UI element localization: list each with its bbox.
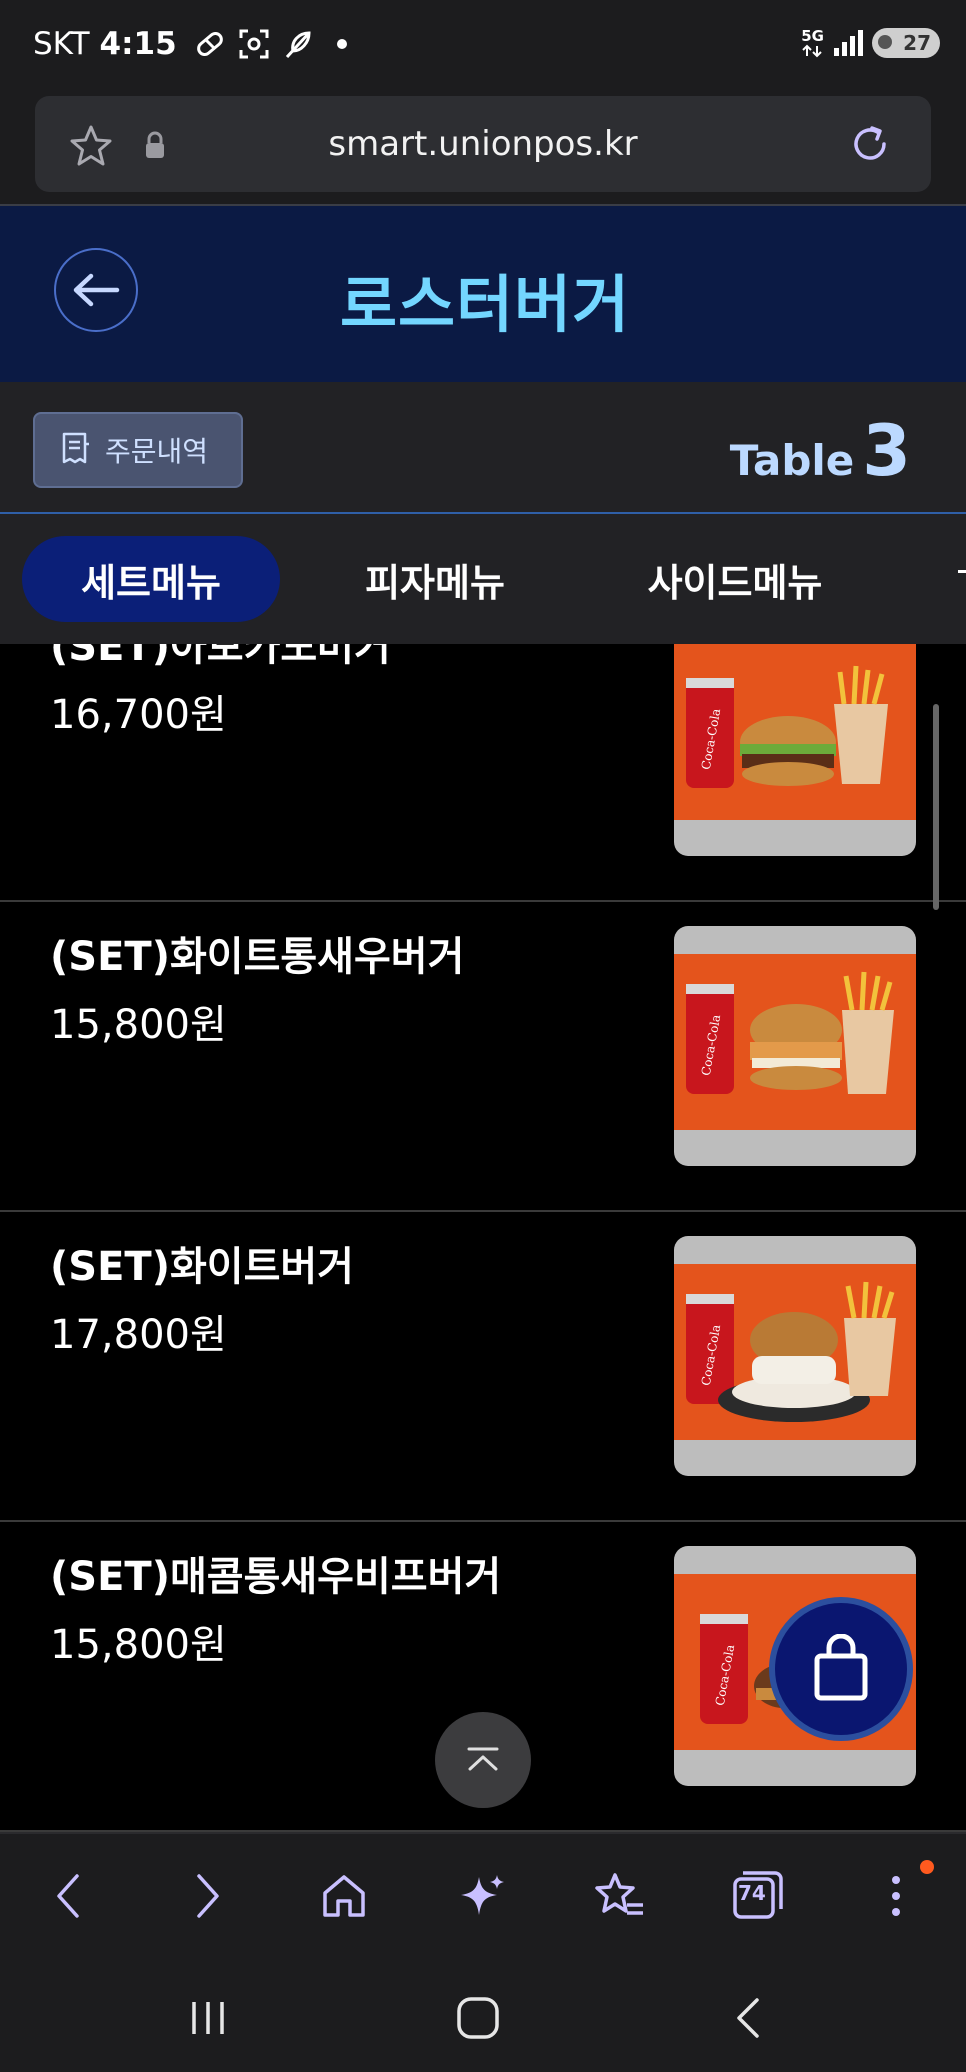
pill-icon	[193, 27, 227, 61]
menu-item-price: 16,700원	[50, 692, 227, 738]
table-number: 3	[862, 410, 911, 492]
system-nav-bar	[0, 1952, 966, 2072]
menu-item-price: 15,800원	[50, 1622, 227, 1668]
chevron-up-icon	[467, 1747, 499, 1771]
screenshot-icon	[237, 27, 271, 61]
back-button[interactable]	[54, 248, 138, 332]
menu-item-price: 15,800원	[50, 1002, 227, 1048]
menu-item-image[interactable]: Coca-Cola	[674, 644, 916, 856]
status-left: SKT 4:15	[33, 26, 347, 62]
table-indicator: Table 3	[730, 410, 911, 492]
cart-button[interactable]	[769, 1597, 913, 1741]
set-photo: Coca-Cola	[674, 644, 916, 820]
set-photo: Coca-Cola	[674, 1264, 916, 1440]
menu-item[interactable]: (SET)화이트통새우버거 15,800원 Coca-Cola	[0, 902, 966, 1212]
tab-overflow-indicator	[958, 570, 966, 573]
menu-item-price: 17,800원	[50, 1312, 227, 1358]
menu-item-name: (SET)아보카도버거	[50, 644, 391, 670]
clock: 4:15	[99, 26, 177, 62]
recent-apps-icon[interactable]	[178, 1988, 238, 2048]
scrollbar[interactable]	[933, 704, 939, 910]
network-label: 5G	[801, 26, 824, 45]
menu-item[interactable]: (SET)아보카도버거 16,700원 Coca-Cola	[0, 644, 966, 902]
order-info-bar: 주문내역 Table 3	[0, 382, 966, 514]
menu-item[interactable]: (SET)화이트버거 17,800원 Coca-Cola	[0, 1212, 966, 1522]
tab-side-menu[interactable]: 사이드메뉴	[610, 536, 860, 622]
table-label: Table	[729, 436, 855, 485]
store-header: 로스터버거	[0, 206, 966, 382]
reload-icon[interactable]	[845, 119, 895, 169]
tab-set-menu[interactable]: 세트메뉴	[22, 536, 280, 622]
sparkle-icon[interactable]	[450, 1864, 514, 1928]
battery-icon: 27	[872, 28, 940, 58]
battery-level: 27	[903, 31, 931, 55]
network-indicator: 5G	[801, 26, 824, 58]
battery-saver-icon	[878, 35, 892, 49]
category-tabs: 세트메뉴 피자메뉴 사이드메뉴	[0, 514, 966, 644]
store-title: 로스터버거	[340, 268, 631, 341]
tab-pizza-menu[interactable]: 피자메뉴	[320, 536, 550, 622]
home-nav-icon[interactable]	[448, 1988, 508, 2048]
status-right: 5G 27	[801, 28, 940, 58]
tabs-icon[interactable]: 74	[726, 1864, 790, 1928]
data-arrows-icon	[802, 44, 822, 57]
scroll-to-top-button[interactable]	[435, 1712, 531, 1808]
url-text[interactable]: smart.unionpos.kr	[35, 124, 931, 164]
menu-item-image[interactable]: Coca-Cola	[674, 926, 916, 1166]
signal-icon	[832, 28, 864, 58]
back-nav-icon[interactable]	[718, 1988, 778, 2048]
home-icon[interactable]	[312, 1864, 376, 1928]
set-photo: Coca-Cola	[674, 954, 916, 1130]
arrow-left-icon	[73, 273, 120, 307]
receipt-icon	[62, 432, 89, 464]
status-bar: SKT 4:15 5G 27	[0, 0, 966, 92]
menu-item-name: (SET)화이트통새우버거	[50, 934, 465, 980]
shopping-bag-icon	[814, 1634, 868, 1701]
carrier-label: SKT	[33, 26, 90, 62]
tabs-count: 74	[738, 1881, 766, 1905]
browser-toolbar: 74	[0, 1832, 966, 1954]
more-icon[interactable]	[864, 1864, 928, 1928]
forward-icon[interactable]	[176, 1864, 240, 1928]
dot-icon	[336, 39, 347, 49]
address-bar[interactable]: smart.unionpos.kr	[35, 96, 931, 192]
order-history-label: 주문내역	[105, 435, 209, 468]
browser-address-area: smart.unionpos.kr	[0, 92, 966, 206]
bookmarks-icon[interactable]	[588, 1864, 652, 1928]
menu-item-name: (SET)화이트버거	[50, 1244, 354, 1290]
feather-icon	[281, 27, 315, 61]
menu-item-name: (SET)매콤통새우비프버거	[50, 1554, 502, 1600]
back-icon[interactable]	[36, 1864, 100, 1928]
notification-dot	[920, 1860, 934, 1874]
menu-item-image[interactable]: Coca-Cola	[674, 1236, 916, 1476]
order-history-button[interactable]: 주문내역	[33, 412, 243, 488]
